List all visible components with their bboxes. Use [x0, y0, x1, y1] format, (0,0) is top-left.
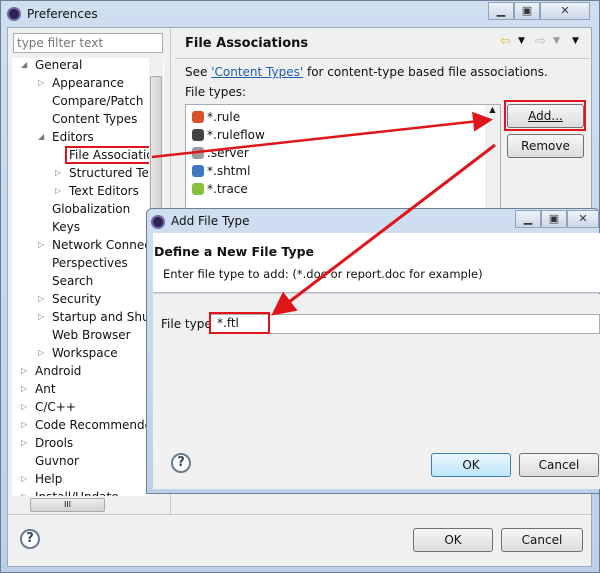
arrow-to-file-type	[271, 143, 496, 316]
arrow-to-add	[151, 111, 493, 159]
annotation-arrows	[151, 111, 496, 316]
